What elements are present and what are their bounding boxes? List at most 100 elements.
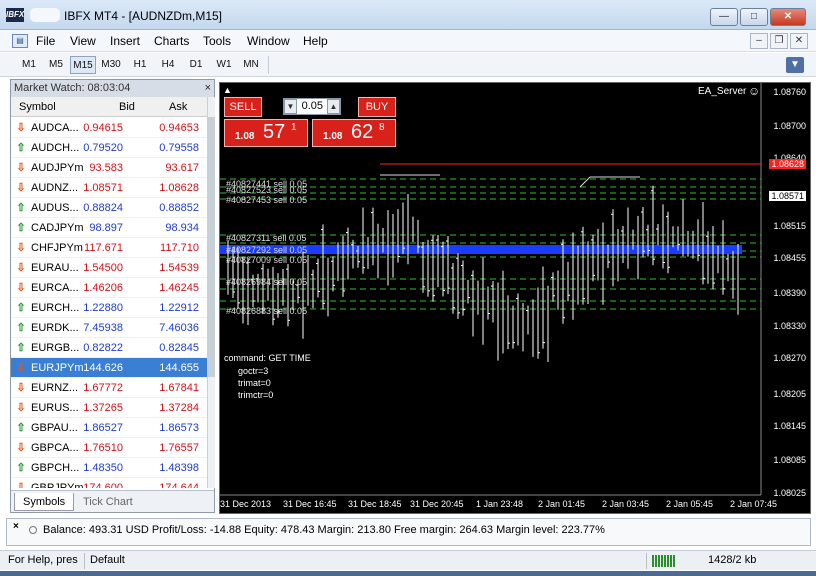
terminal-close-icon[interactable]: × <box>13 521 19 532</box>
column-bid[interactable]: Bid <box>119 101 135 113</box>
buy-price-box[interactable]: 1.08 62 8 <box>312 119 396 147</box>
market-watch-row[interactable]: ⇩ EURNZ... 1.67772 1.67841 <box>11 378 207 398</box>
close-button[interactable]: ✕ <box>770 8 806 26</box>
tf-h1-button[interactable]: H1 <box>127 56 153 74</box>
row-ask: 1.54539 <box>159 262 199 274</box>
menu-tools[interactable]: Tools <box>203 34 231 48</box>
tab-symbols[interactable]: Symbols <box>14 493 75 511</box>
row-bid: 1.22880 <box>83 302 123 314</box>
down-arrow-icon: ⇩ <box>16 282 26 294</box>
row-symbol: AUDUS... <box>31 202 79 214</box>
row-symbol: GBPJPYm <box>31 482 84 488</box>
market-watch-row[interactable]: ⇩ EURUS... 1.37265 1.37284 <box>11 398 207 418</box>
price-chart[interactable]: ▲ SELL ▼ 0.05 ▲ BUY 1.08 57 1 1.08 62 8 … <box>219 82 811 514</box>
row-ask: 174.644 <box>159 482 199 488</box>
down-arrow-icon: ⇩ <box>16 182 26 194</box>
market-watch-row[interactable]: ⇩ CHFJPYm 117.671 117.710 <box>11 238 207 258</box>
time-tick-label: 31 Dec 20:45 <box>410 499 464 509</box>
terminal-panel: × Balance: 493.31 USD Profit/Loss: -14.8… <box>6 518 811 546</box>
mdi-minimize-button[interactable]: – <box>750 33 768 49</box>
command-text: command: GET TIME <box>224 353 311 363</box>
lot-decrease-button[interactable]: ▼ <box>284 99 297 114</box>
price-tick-label: 1.08455 <box>773 253 806 263</box>
market-watch-title: Market Watch: 08:03:04 <box>11 80 214 97</box>
menu-help[interactable]: Help <box>303 34 328 48</box>
mdi-close-button[interactable]: ✕ <box>790 33 808 49</box>
mdi-restore-button[interactable]: ❐ <box>770 33 788 49</box>
tf-m5-button[interactable]: M5 <box>43 56 69 74</box>
tf-w1-button[interactable]: W1 <box>211 56 237 74</box>
tf-d1-button[interactable]: D1 <box>183 56 209 74</box>
market-watch-row[interactable]: ⇩ AUDCA... 0.94615 0.94653 <box>11 118 207 138</box>
scrollbar-thumb[interactable] <box>208 117 215 377</box>
up-arrow-icon: ⇧ <box>16 302 26 314</box>
price-tick-label: 1.08330 <box>773 321 806 331</box>
row-bid: 93.583 <box>89 162 123 174</box>
market-watch-row[interactable]: ⇩ GBPCA... 1.76510 1.76557 <box>11 438 207 458</box>
market-watch-row[interactable]: ⇧ GBPCH... 1.48350 1.48398 <box>11 458 207 478</box>
row-bid: 1.86527 <box>83 422 123 434</box>
maximize-button[interactable]: □ <box>740 8 768 26</box>
row-symbol: GBPAU... <box>31 422 78 434</box>
down-arrow-icon: ⇩ <box>16 482 26 488</box>
market-watch-row[interactable]: ⇩ EURJPYm 144.626 144.655 <box>11 358 207 378</box>
market-watch-row[interactable]: ⇩ GBPJPYm 174.600 174.644 <box>11 478 207 488</box>
sell-price-box[interactable]: 1.08 57 1 <box>224 119 308 147</box>
tf-h4-button[interactable]: H4 <box>155 56 181 74</box>
column-ask[interactable]: Ask <box>169 101 187 113</box>
market-watch-row[interactable]: ⇧ CADJPYm 98.897 98.934 <box>11 218 207 238</box>
tf-mn-button[interactable]: MN <box>238 56 264 74</box>
row-bid: 1.37265 <box>83 402 123 414</box>
market-watch-row[interactable]: ⇩ EURCA... 1.46206 1.46245 <box>11 278 207 298</box>
menu-insert[interactable]: Insert <box>110 34 140 48</box>
market-watch-scrollbar[interactable] <box>207 97 215 488</box>
column-symbol[interactable]: Symbol <box>19 101 56 113</box>
alert-icon[interactable]: ▼ <box>786 57 804 73</box>
market-watch-row[interactable]: ⇧ EURCH... 1.22880 1.22912 <box>11 298 207 318</box>
market-watch-row[interactable]: ⇧ AUDCH... 0.79520 0.79558 <box>11 138 207 158</box>
market-watch-row[interactable]: ⇧ EURDK... 7.45938 7.46036 <box>11 318 207 338</box>
row-symbol: CADJPYm <box>31 222 84 234</box>
market-watch-row[interactable]: ⇩ AUDNZ... 1.08571 1.08628 <box>11 178 207 198</box>
market-watch-row[interactable]: ⇩ EURAU... 1.54500 1.54539 <box>11 258 207 278</box>
tf-m1-button[interactable]: M1 <box>16 56 42 74</box>
lot-increase-button[interactable]: ▲ <box>327 99 340 114</box>
chart-menu-icon[interactable]: ▲ <box>223 85 232 95</box>
lot-size-input[interactable]: ▼ 0.05 ▲ <box>283 98 341 115</box>
down-arrow-icon: ⇩ <box>16 242 26 254</box>
market-watch-row[interactable]: ⇧ EURGB... 0.82822 0.82845 <box>11 338 207 358</box>
row-symbol: AUDJPYm <box>31 162 84 174</box>
market-watch-close-icon[interactable]: × <box>205 80 211 97</box>
tab-tick-chart[interactable]: Tick Chart <box>75 493 141 511</box>
time-tick-label: 31 Dec 2013 <box>220 499 272 509</box>
row-bid: 117.671 <box>84 242 123 254</box>
row-symbol: AUDCH... <box>31 142 80 154</box>
menu-view[interactable]: View <box>70 34 96 48</box>
row-symbol: EURNZ... <box>31 382 79 394</box>
row-symbol: AUDNZ... <box>31 182 79 194</box>
tf-m30-button[interactable]: M30 <box>98 56 124 74</box>
title-redaction <box>30 8 60 22</box>
market-watch-row[interactable]: ⇧ AUDUS... 0.88824 0.88852 <box>11 198 207 218</box>
minimize-button[interactable]: — <box>710 8 738 26</box>
row-bid: 1.54500 <box>83 262 123 274</box>
sell-price-big: 57 <box>263 121 286 143</box>
menu-charts[interactable]: Charts <box>154 34 189 48</box>
sell-button[interactable]: SELL <box>224 97 262 117</box>
row-symbol: EURGB... <box>31 342 80 354</box>
trimctr-text: trimctr=0 <box>238 390 274 400</box>
market-watch-row[interactable]: ⇧ GBPAU... 1.86527 1.86573 <box>11 418 207 438</box>
row-ask: 1.86573 <box>159 422 199 434</box>
menu-window[interactable]: Window <box>247 34 290 48</box>
buy-button[interactable]: BUY <box>358 97 396 117</box>
trade-label: #40827523 sell 0.05 <box>226 185 308 195</box>
market-watch-row[interactable]: ⇩ AUDJPYm 93.583 93.617 <box>11 158 207 178</box>
menu-file[interactable]: File <box>36 34 55 48</box>
time-tick-label: 1 Jan 23:48 <box>476 499 524 509</box>
price-tick-label: 1.08205 <box>773 389 806 399</box>
goctr-text: goctr=3 <box>238 366 269 376</box>
down-arrow-icon: ⇩ <box>16 162 26 174</box>
tf-m15-button[interactable]: M15 <box>70 56 96 74</box>
up-arrow-icon: ⇧ <box>16 222 26 234</box>
chart-canvas <box>220 83 762 496</box>
